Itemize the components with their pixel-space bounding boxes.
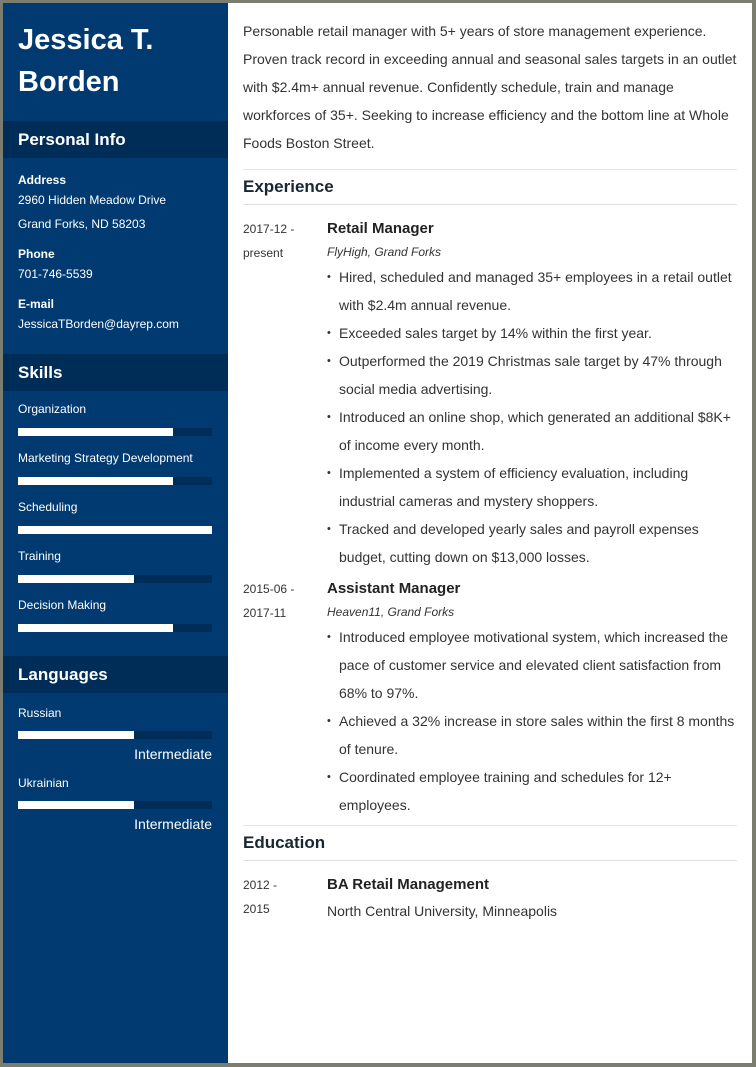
personal-info-heading: Personal Info	[3, 121, 228, 158]
job-bullet: Tracked and developed yearly sales and p…	[327, 515, 737, 571]
education-date-end: 2015	[243, 902, 270, 916]
person-name: Jessica T. Borden	[18, 24, 154, 98]
job-bullet: Introduced an online shop, which generat…	[327, 403, 737, 459]
phone-label: Phone	[18, 247, 55, 261]
education-dates: 2012 - 2015	[243, 873, 327, 925]
skills-list: Organization Marketing Strategy Developm…	[3, 391, 228, 656]
language-name: Ukrainian	[18, 776, 69, 790]
job-bullet: Outperformed the 2019 Christmas sale tar…	[327, 347, 737, 403]
job-bullet: Hired, scheduled and managed 35+ employe…	[327, 263, 737, 319]
education-school: North Central University, Minneapolis	[327, 903, 558, 919]
job-date-end: 2017-11	[243, 606, 287, 620]
address-label: Address	[18, 173, 67, 187]
skill-bar-fill	[18, 477, 174, 485]
job-company: Heaven11, Grand Forks	[327, 605, 455, 619]
job-date-start: 2017-12 -	[243, 222, 295, 236]
languages-heading: Languages	[3, 656, 228, 693]
skill-item: Marketing Strategy Development	[18, 450, 213, 485]
job-title: Assistant Manager	[327, 580, 461, 597]
job-date-start: 2015-06 -	[243, 582, 295, 596]
email-group: E-mail JessicaTBorden@dayrep.com	[18, 296, 213, 336]
job-bullet: Introduced employee motivational system,…	[327, 623, 737, 707]
language-bar	[18, 801, 212, 809]
job-entry: 2017-12 - present Retail Manager FlyHigh…	[243, 217, 737, 571]
language-item: Ukrainian Intermediate	[18, 775, 213, 833]
education-details: BA Retail Management North Central Unive…	[327, 873, 737, 925]
personal-info: Address 2960 Hidden Meadow Drive Grand F…	[3, 158, 228, 354]
job-details: Assistant Manager Heaven11, Grand Forks …	[327, 577, 737, 819]
job-bullets: Introduced employee motivational system,…	[327, 623, 737, 819]
skill-bar	[18, 624, 212, 632]
email-label: E-mail	[18, 297, 55, 311]
language-bar	[18, 731, 212, 739]
job-bullet: Implemented a system of efficiency evalu…	[327, 459, 737, 515]
language-item: Russian Intermediate	[18, 705, 213, 763]
skills-heading: Skills	[3, 354, 228, 391]
language-level: Intermediate	[134, 746, 212, 762]
skill-bar	[18, 477, 212, 485]
education-entry: 2012 - 2015 BA Retail Management North C…	[243, 873, 737, 925]
job-bullet: Achieved a 32% increase in store sales w…	[327, 707, 737, 763]
language-bar-fill	[18, 801, 135, 809]
job-entry: 2015-06 - 2017-11 Assistant Manager Heav…	[243, 577, 737, 819]
skill-bar-fill	[18, 624, 174, 632]
profile-summary: Personable retail manager with 5+ years …	[243, 17, 737, 170]
sidebar: Jessica T. Borden Personal Info Address …	[3, 3, 228, 1063]
address-line-1: 2960 Hidden Meadow Drive	[18, 193, 167, 207]
skill-bar-fill	[18, 428, 174, 436]
address-line-2: Grand Forks, ND 58203	[18, 217, 146, 231]
skill-name: Decision Making	[18, 598, 107, 612]
education-date-start: 2012 -	[243, 878, 278, 892]
job-date-end: present	[243, 246, 284, 260]
skill-bar	[18, 526, 212, 534]
resume-page: Jessica T. Borden Personal Info Address …	[3, 3, 752, 1063]
skill-item: Training	[18, 548, 213, 583]
skill-name: Scheduling	[18, 500, 78, 514]
languages-list: Russian Intermediate Ukrainian Intermedi…	[3, 693, 228, 855]
skill-name: Marketing Strategy Development	[18, 451, 193, 465]
skill-item: Organization	[18, 401, 213, 436]
phone-value: 701-746-5539	[18, 267, 93, 281]
job-title: Retail Manager	[327, 220, 434, 237]
skill-item: Scheduling	[18, 499, 213, 534]
skill-name: Organization	[18, 402, 87, 416]
skill-bar-fill	[18, 526, 212, 534]
job-dates: 2015-06 - 2017-11	[243, 577, 327, 819]
language-bar-fill	[18, 731, 135, 739]
skill-bar-fill	[18, 575, 135, 583]
experience-heading: Experience	[243, 170, 737, 205]
skill-bar	[18, 575, 212, 583]
language-name: Russian	[18, 706, 62, 720]
email-value[interactable]: JessicaTBorden@dayrep.com	[18, 312, 213, 336]
skill-name: Training	[18, 549, 61, 563]
education-degree: BA Retail Management	[327, 876, 489, 893]
phone-group: Phone 701-746-5539	[18, 246, 213, 286]
skill-bar	[18, 428, 212, 436]
education-heading: Education	[243, 826, 737, 861]
job-bullet: Exceeded sales target by 14% within the …	[327, 319, 737, 347]
job-bullet: Coordinated employee training and schedu…	[327, 763, 737, 819]
job-details: Retail Manager FlyHigh, Grand Forks Hire…	[327, 217, 737, 571]
address-group: Address 2960 Hidden Meadow Drive Grand F…	[18, 172, 213, 236]
language-level: Intermediate	[134, 816, 212, 832]
job-bullets: Hired, scheduled and managed 35+ employe…	[327, 263, 737, 571]
skill-item: Decision Making	[18, 597, 213, 632]
job-company: FlyHigh, Grand Forks	[327, 245, 442, 259]
job-dates: 2017-12 - present	[243, 217, 327, 571]
main-content: Personable retail manager with 5+ years …	[228, 3, 752, 1063]
